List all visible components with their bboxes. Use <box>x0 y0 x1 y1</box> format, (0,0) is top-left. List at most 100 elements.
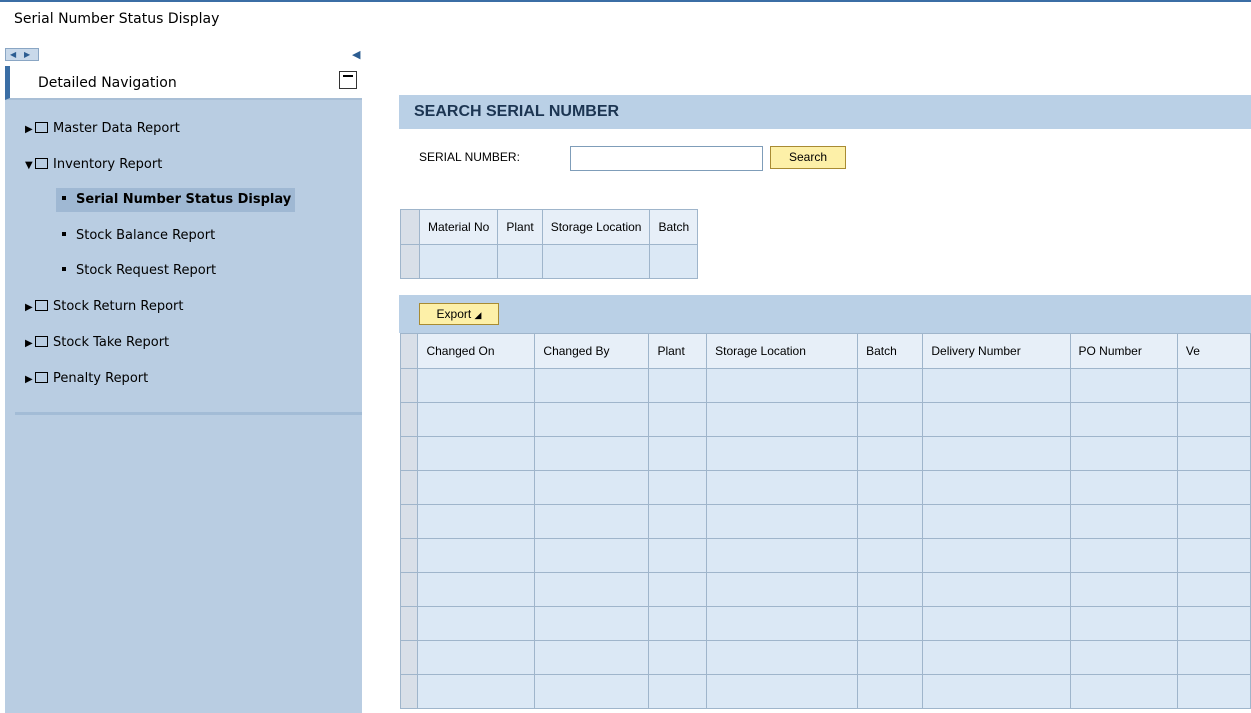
row-selector[interactable] <box>400 244 420 279</box>
table-cell[interactable] <box>534 674 650 709</box>
table-cell[interactable] <box>706 436 859 471</box>
table-cell[interactable] <box>534 504 650 539</box>
table-cell[interactable] <box>534 470 650 505</box>
tree-item-penalty-report[interactable]: ▶ Penalty Report <box>25 367 148 391</box>
table-cell[interactable] <box>922 436 1071 471</box>
collapse-nav-icon[interactable]: ◀ <box>352 48 360 61</box>
column-header-delivery-number[interactable]: Delivery Number <box>922 333 1071 369</box>
table-cell[interactable] <box>1176 368 1251 403</box>
table-cell[interactable] <box>1176 470 1251 505</box>
table-cell[interactable] <box>649 244 699 279</box>
table-cell[interactable] <box>541 244 651 279</box>
table-cell[interactable] <box>922 470 1071 505</box>
table-cell[interactable] <box>1069 436 1178 471</box>
row-selector[interactable] <box>399 402 419 437</box>
table-cell[interactable] <box>857 436 924 471</box>
column-header-batch[interactable]: Batch <box>649 209 699 245</box>
row-selector[interactable] <box>399 640 419 675</box>
tree-item-stock-return-report[interactable]: ▶ Stock Return Report <box>25 295 183 319</box>
row-selector[interactable] <box>399 436 419 471</box>
table-cell[interactable] <box>648 674 708 709</box>
row-selector[interactable] <box>399 572 419 607</box>
table-cell[interactable] <box>706 368 859 403</box>
table-cell[interactable] <box>706 572 859 607</box>
table-cell[interactable] <box>1069 470 1178 505</box>
table-cell[interactable] <box>857 606 924 641</box>
table-cell[interactable] <box>417 572 536 607</box>
table-cell[interactable] <box>1176 572 1251 607</box>
table-cell[interactable] <box>1069 572 1178 607</box>
table-cell[interactable] <box>417 640 536 675</box>
table-cell[interactable] <box>648 402 708 437</box>
table-cell[interactable] <box>1069 674 1178 709</box>
scroll-left-icon[interactable]: ◀ <box>10 50 16 60</box>
table-cell[interactable] <box>706 504 859 539</box>
table-cell[interactable] <box>857 538 924 573</box>
column-header-ve[interactable]: Ve <box>1176 333 1251 369</box>
table-cell[interactable] <box>648 436 708 471</box>
table-cell[interactable] <box>1176 674 1251 709</box>
nav-scroll-toggle[interactable]: ◀ ▶ <box>5 48 39 61</box>
expand-arrow-icon[interactable]: ▶ <box>25 296 35 320</box>
row-selector-header[interactable] <box>399 333 419 369</box>
scroll-right-icon[interactable]: ▶ <box>24 50 30 60</box>
table-cell[interactable] <box>706 606 859 641</box>
search-button[interactable]: Search <box>770 146 846 169</box>
table-cell[interactable] <box>1069 640 1178 675</box>
table-cell[interactable] <box>1069 538 1178 573</box>
table-cell[interactable] <box>857 572 924 607</box>
column-header-storage-location[interactable]: Storage Location <box>706 333 859 369</box>
table-cell[interactable] <box>534 606 650 641</box>
table-cell[interactable] <box>417 470 536 505</box>
expand-arrow-icon[interactable]: ▶ <box>25 118 35 142</box>
table-cell[interactable] <box>417 504 536 539</box>
table-cell[interactable] <box>1176 402 1251 437</box>
table-cell[interactable] <box>648 504 708 539</box>
tree-item-inventory-report[interactable]: ▼ Inventory Report <box>25 153 162 177</box>
table-cell[interactable] <box>534 368 650 403</box>
table-cell[interactable] <box>417 538 536 573</box>
table-cell[interactable] <box>922 538 1071 573</box>
table-cell[interactable] <box>534 640 650 675</box>
table-cell[interactable] <box>1069 402 1178 437</box>
tree-item-master-data-report[interactable]: ▶ Master Data Report <box>25 117 180 141</box>
row-selector[interactable] <box>399 606 419 641</box>
table-cell[interactable] <box>417 606 536 641</box>
column-header-plant[interactable]: Plant <box>497 209 543 245</box>
minimize-button[interactable] <box>339 71 357 89</box>
table-cell[interactable] <box>922 572 1071 607</box>
column-header-changed-by[interactable]: Changed By <box>534 333 650 369</box>
table-cell[interactable] <box>534 436 650 471</box>
table-cell[interactable] <box>418 244 499 279</box>
tree-item-stock-take-report[interactable]: ▶ Stock Take Report <box>25 331 169 355</box>
export-button[interactable]: Export ◢ <box>419 303 499 325</box>
table-cell[interactable] <box>417 402 536 437</box>
table-cell[interactable] <box>922 640 1071 675</box>
table-cell[interactable] <box>706 402 859 437</box>
table-cell[interactable] <box>648 368 708 403</box>
serial-number-input[interactable] <box>570 146 763 171</box>
table-cell[interactable] <box>417 674 536 709</box>
table-cell[interactable] <box>648 538 708 573</box>
table-cell[interactable] <box>706 538 859 573</box>
table-cell[interactable] <box>706 470 859 505</box>
table-cell[interactable] <box>857 402 924 437</box>
expand-arrow-icon[interactable]: ▶ <box>25 332 35 356</box>
table-cell[interactable] <box>1176 436 1251 471</box>
table-cell[interactable] <box>857 674 924 709</box>
table-cell[interactable] <box>1069 504 1178 539</box>
table-cell[interactable] <box>1176 538 1251 573</box>
column-header-po-number[interactable]: PO Number <box>1069 333 1178 369</box>
table-cell[interactable] <box>648 606 708 641</box>
table-cell[interactable] <box>417 368 536 403</box>
tree-item-stock-balance-report[interactable]: Stock Balance Report <box>62 224 215 248</box>
table-cell[interactable] <box>497 244 543 279</box>
column-header-batch[interactable]: Batch <box>857 333 924 369</box>
table-cell[interactable] <box>857 368 924 403</box>
table-cell[interactable] <box>1176 504 1251 539</box>
table-cell[interactable] <box>706 674 859 709</box>
table-cell[interactable] <box>922 504 1071 539</box>
table-cell[interactable] <box>534 538 650 573</box>
column-header-plant[interactable]: Plant <box>648 333 708 369</box>
tree-item-serial-number-status-display[interactable]: Serial Number Status Display <box>56 188 296 212</box>
